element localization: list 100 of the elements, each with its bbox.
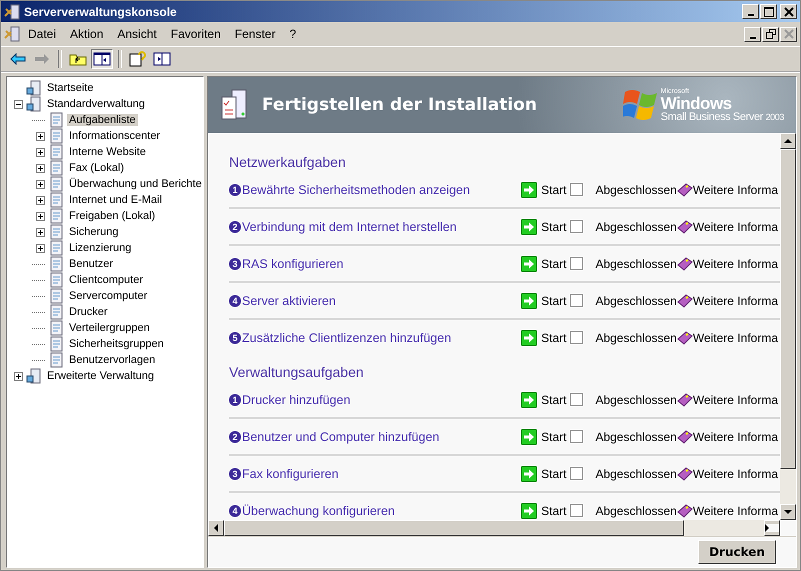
tree-item[interactable]: Clientcomputer: [67, 274, 145, 286]
task-link[interactable]: Fax konfigurieren: [242, 466, 339, 480]
section-heading: Verwaltungsaufgaben: [229, 364, 365, 382]
task-link[interactable]: RAS konfigurieren: [242, 256, 344, 270]
expander-icon[interactable]: [36, 228, 45, 236]
expander-icon[interactable]: [36, 164, 45, 172]
tree-item[interactable]: Benutzervorlagen: [67, 354, 158, 366]
step-number: 4: [229, 504, 241, 516]
tree-item[interactable]: Fax (Lokal): [67, 162, 126, 174]
task-link[interactable]: Verbindung mit dem Internet herstellen: [242, 220, 457, 234]
document-icon: [48, 288, 64, 304]
minimize-button[interactable]: [742, 4, 759, 19]
task-link[interactable]: Zusätzliche Clientlizenzen hinzufügen: [242, 330, 452, 344]
tree-item[interactable]: Servercomputer: [67, 290, 150, 302]
menu-item[interactable]: Aktion: [64, 27, 110, 41]
checkbox[interactable]: [570, 183, 584, 196]
menu-item[interactable]: Datei: [22, 27, 62, 41]
checkbox[interactable]: [570, 331, 584, 344]
step-number: 1: [229, 184, 241, 196]
start-link[interactable]: Start: [541, 220, 566, 234]
start-link[interactable]: Start: [541, 256, 566, 270]
book-icon[interactable]: [676, 182, 693, 198]
step-number: 2: [229, 220, 241, 232]
tree-item[interactable]: Erweiterte Verwaltung: [45, 370, 156, 382]
task-link[interactable]: Überwachung konfigurieren: [242, 504, 395, 518]
tree-item[interactable]: Drucker: [67, 306, 110, 318]
tree-item[interactable]: Sicherung: [67, 226, 121, 238]
server-icon: [26, 96, 42, 112]
start-link[interactable]: Start: [541, 466, 566, 480]
book-icon[interactable]: [676, 502, 693, 518]
task-link[interactable]: Server aktivieren: [242, 294, 336, 308]
start-link[interactable]: Start: [541, 294, 566, 308]
book-icon[interactable]: [676, 218, 693, 234]
more-info-link[interactable]: Weitere Informa: [692, 182, 778, 196]
tree-item[interactable]: Aufgabenliste: [67, 114, 138, 126]
tree-item[interactable]: Informationscenter: [67, 130, 162, 142]
expander-icon[interactable]: [36, 212, 45, 220]
step-number: 1: [229, 394, 241, 406]
more-info-link[interactable]: Weitere Informa: [692, 466, 778, 480]
book-icon[interactable]: [676, 256, 693, 272]
checkbox[interactable]: [570, 393, 584, 406]
more-info-link[interactable]: Weitere Informa: [692, 220, 778, 234]
minimize-button[interactable]: [744, 26, 761, 42]
start-link[interactable]: Start: [541, 182, 566, 196]
tree-item[interactable]: Lizenzierung: [67, 242, 134, 254]
expander-icon[interactable]: [36, 148, 45, 156]
checkbox[interactable]: [570, 257, 584, 270]
start-link[interactable]: Start: [541, 392, 566, 406]
tree-item[interactable]: Freigaben (Lokal): [67, 210, 158, 222]
tree-item[interactable]: Startseite: [45, 82, 96, 94]
tree-item[interactable]: Sicherheitsgruppen: [67, 338, 166, 350]
restore-button[interactable]: [762, 26, 779, 42]
checkbox[interactable]: [570, 504, 584, 517]
expander-icon[interactable]: [36, 132, 45, 140]
menu-item[interactable]: Favoriten: [164, 27, 227, 41]
menu-item[interactable]: Ansicht: [111, 27, 163, 41]
checkbox[interactable]: [570, 220, 584, 233]
horizontal-scrollbar[interactable]: [208, 520, 780, 536]
start-link[interactable]: Start: [541, 330, 566, 344]
expander-icon[interactable]: [36, 180, 45, 188]
checkbox[interactable]: [570, 430, 584, 443]
start-link[interactable]: Start: [541, 430, 566, 444]
tree-item[interactable]: Interne Website: [67, 146, 148, 158]
book-icon[interactable]: [676, 392, 693, 408]
more-info-link[interactable]: Weitere Informa: [692, 294, 778, 308]
expander-icon[interactable]: [14, 100, 23, 108]
tree-item[interactable]: Verteilergruppen: [67, 322, 152, 334]
menu-item[interactable]: Fenster: [228, 27, 282, 41]
book-icon[interactable]: [676, 466, 693, 482]
expander-icon[interactable]: [36, 196, 45, 204]
tree-item[interactable]: Standardverwaltung: [45, 98, 147, 110]
task-link[interactable]: Bewährte Sicherheitsmethoden anzeigen: [242, 182, 470, 196]
expander-icon[interactable]: [14, 372, 23, 380]
start-link[interactable]: Start: [541, 504, 566, 518]
tree-toggle-button[interactable]: [91, 49, 113, 69]
tree-item[interactable]: Benutzer: [67, 258, 116, 270]
close-button[interactable]: [780, 26, 797, 42]
more-info-link[interactable]: Weitere Informa: [692, 430, 778, 444]
document-icon: [48, 240, 64, 256]
close-button[interactable]: [780, 4, 797, 19]
maximize-button[interactable]: [760, 4, 777, 19]
print-button[interactable]: Drucken: [698, 540, 776, 564]
more-info-link[interactable]: Weitere Informa: [692, 392, 778, 406]
task-link[interactable]: Benutzer und Computer hinzufügen: [242, 430, 440, 444]
more-info-link[interactable]: Weitere Informa: [692, 256, 778, 270]
book-icon[interactable]: [676, 330, 693, 346]
vertical-scrollbar[interactable]: [780, 133, 796, 520]
help-button[interactable]: [127, 49, 149, 69]
more-info-link[interactable]: Weitere Informa: [692, 504, 778, 518]
step-number: 5: [229, 332, 241, 344]
book-icon[interactable]: [676, 428, 693, 444]
menu-item[interactable]: ?: [283, 27, 302, 41]
tree-item[interactable]: Internet und E-Mail: [67, 194, 164, 206]
book-icon[interactable]: [676, 292, 693, 308]
tree-item[interactable]: Überwachung und Berichte: [67, 178, 203, 190]
checkbox[interactable]: [570, 294, 584, 307]
expander-icon[interactable]: [36, 244, 45, 252]
more-info-link[interactable]: Weitere Informa: [692, 330, 778, 344]
task-link[interactable]: Drucker hinzufügen: [242, 392, 350, 406]
checkbox[interactable]: [570, 467, 584, 480]
